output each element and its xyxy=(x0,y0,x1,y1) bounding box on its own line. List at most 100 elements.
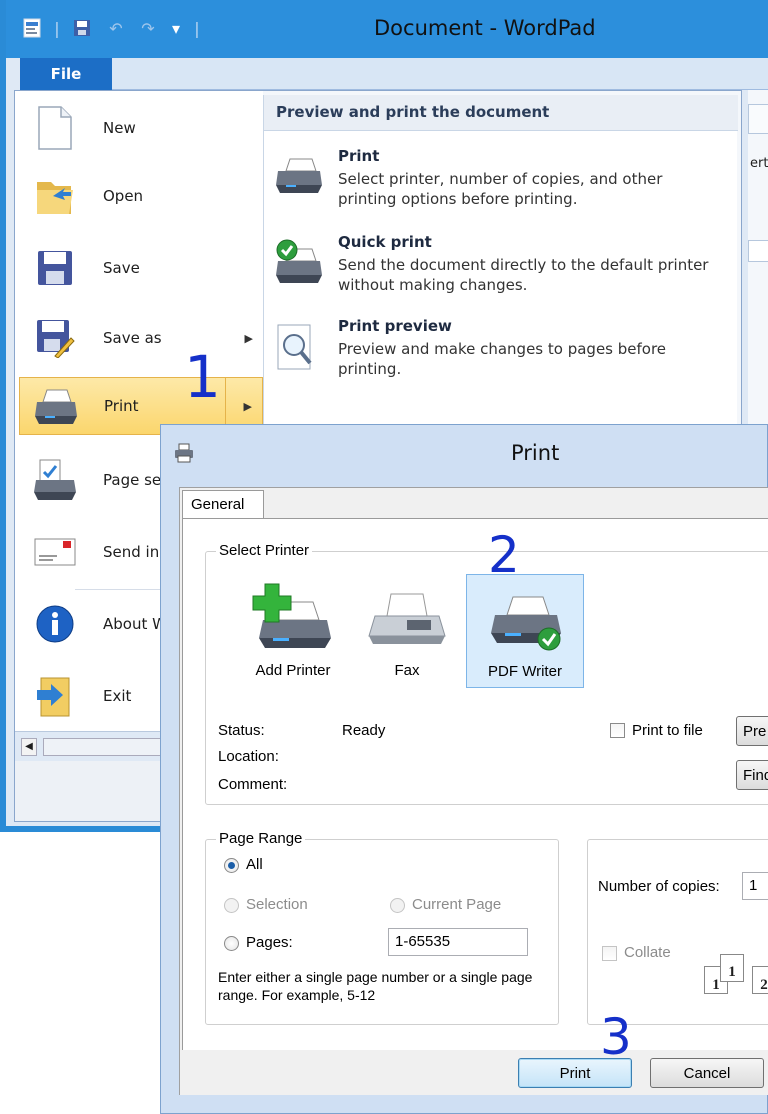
preferences-button[interactable]: Pre xyxy=(736,716,768,746)
menu-item-label: Open xyxy=(103,187,144,205)
step-annotation-1: 1 xyxy=(184,343,221,411)
cancel-button[interactable]: Cancel xyxy=(650,1058,764,1088)
window-title: Document - WordPad xyxy=(374,16,596,40)
current-page-radio[interactable] xyxy=(390,898,405,913)
fax-icon xyxy=(365,582,449,652)
printer-icon xyxy=(173,443,195,463)
printer-pdf-writer[interactable]: PDF Writer xyxy=(466,574,584,688)
undo-icon[interactable]: ↶ xyxy=(104,16,128,40)
ribbon-tab-strip xyxy=(112,58,768,90)
printer-fax[interactable]: Fax xyxy=(348,574,466,688)
printer-label: PDF Writer xyxy=(488,663,562,680)
collate-page-icon: 1 xyxy=(720,954,744,982)
menu-item-open[interactable]: Open xyxy=(19,167,263,225)
printer-add-printer[interactable]: Add Printer xyxy=(234,574,352,688)
submenu-arrow-icon: ▶ xyxy=(244,331,253,345)
wordpad-app-icon[interactable] xyxy=(20,16,44,40)
dialog-title: Print xyxy=(511,441,560,465)
all-pages-radio[interactable] xyxy=(224,858,239,873)
print-to-file-label: Print to file xyxy=(632,722,703,739)
print-dialog: Print General Select Printer Add Printer… xyxy=(160,424,768,1114)
menu-item-save[interactable]: Save xyxy=(19,239,263,297)
new-document-icon xyxy=(31,104,79,152)
comment-label: Comment: xyxy=(218,776,288,793)
submenu-item-description: Select printer, number of copies, and ot… xyxy=(338,170,663,208)
step-annotation-2: 2 xyxy=(488,526,520,584)
select-printer-group: Select Printer Add Printer Fax PDF Write… xyxy=(205,542,768,805)
menu-item-label: Save as xyxy=(103,329,162,347)
quick-print-icon xyxy=(274,239,326,291)
pages-radio[interactable] xyxy=(224,936,239,951)
info-icon xyxy=(31,600,79,648)
submenu-item-description: Send the document directly to the defaul… xyxy=(338,256,709,294)
quick-save-icon[interactable] xyxy=(70,16,94,40)
submenu-item-title: Quick print xyxy=(338,233,432,251)
printer-label: Add Printer xyxy=(255,662,331,679)
tab-general[interactable]: General xyxy=(182,490,264,518)
location-label: Location: xyxy=(218,748,279,765)
group-title: Page Range xyxy=(216,830,306,847)
save-disk-icon xyxy=(31,244,79,292)
menu-item-label: New xyxy=(103,119,136,137)
ribbon-insert-icon[interactable] xyxy=(748,104,768,134)
pages-input[interactable]: 1-65535 xyxy=(388,928,528,956)
submenu-item-quick-print[interactable]: Quick print Send the document directly t… xyxy=(274,233,724,317)
collate-page-icon: 2 xyxy=(752,966,768,994)
submenu-item-print-preview[interactable]: Print preview Preview and make changes t… xyxy=(274,317,724,401)
printer-label: Fax xyxy=(394,662,420,679)
menu-item-label: Exit xyxy=(103,687,132,705)
scroll-left-icon[interactable]: ◀ xyxy=(21,738,37,756)
find-printer-button[interactable]: Find xyxy=(736,760,768,790)
submenu-item-print[interactable]: Print Select printer, number of copies, … xyxy=(274,147,724,231)
title-separator-2: | xyxy=(194,18,200,38)
general-tab-panel: Select Printer Add Printer Fax PDF Write… xyxy=(182,518,768,1050)
submenu-header: Preview and print the document xyxy=(264,95,738,131)
group-title: Select Printer xyxy=(216,542,313,559)
step-annotation-3: 3 xyxy=(600,1008,632,1066)
copies-group: Number of copies: 1 Collate 1 1 2 xyxy=(587,839,768,1025)
printer-icon xyxy=(32,382,80,430)
page-range-hint: Enter either a single page number or a s… xyxy=(218,969,533,1003)
file-tab[interactable]: File xyxy=(20,58,112,90)
redo-icon[interactable]: ↷ xyxy=(136,16,160,40)
dialog-body: General Select Printer Add Printer Fax P… xyxy=(179,487,768,1095)
page-range-group: Page Range All Selection Current Page Pa… xyxy=(205,830,559,1025)
menu-item-label: Save xyxy=(103,259,140,277)
submenu-arrow-icon[interactable]: ▶ xyxy=(244,400,252,413)
menu-item-new[interactable]: New xyxy=(19,99,263,157)
menu-item-label: Page set xyxy=(103,471,168,489)
selection-radio[interactable] xyxy=(224,898,239,913)
menu-item-label: Send in xyxy=(103,543,160,561)
print-preview-icon xyxy=(274,323,326,375)
ruler-fragment xyxy=(748,240,768,262)
submenu-item-title: Print xyxy=(338,147,380,165)
menu-item-save-as[interactable]: Save as ▶ xyxy=(19,309,263,367)
selection-label: Selection xyxy=(246,896,308,913)
wordpad-title-bar: | ↶ ↷ ▾ | Document - WordPad xyxy=(6,0,768,58)
menu-item-label: Print xyxy=(104,397,139,415)
dialog-title-bar: Print xyxy=(161,425,768,481)
print-to-file-checkbox[interactable] xyxy=(610,723,625,738)
copies-input[interactable]: 1 xyxy=(742,872,768,900)
submenu-item-title: Print preview xyxy=(338,317,452,335)
customize-toolbar-icon[interactable]: ▾ xyxy=(166,16,186,40)
pdf-writer-icon xyxy=(483,583,567,653)
menu-item-label: About W xyxy=(103,615,167,633)
exit-icon xyxy=(31,672,79,720)
current-page-label: Current Page xyxy=(412,896,502,913)
send-email-icon xyxy=(31,528,79,576)
page-setup-icon xyxy=(31,456,79,504)
save-as-icon xyxy=(31,314,79,362)
collate-label: Collate xyxy=(624,944,671,961)
submenu-item-description: Preview and make changes to pages before… xyxy=(338,340,667,378)
printer-icon xyxy=(274,153,326,205)
collate-checkbox[interactable] xyxy=(602,946,617,961)
ribbon-insert-label: ert xyxy=(750,156,768,171)
document-area-edge: ert xyxy=(748,90,768,430)
title-separator: | xyxy=(54,18,60,38)
all-pages-label: All xyxy=(246,856,263,873)
status-value: Ready xyxy=(342,722,386,739)
add-printer-icon xyxy=(251,582,335,652)
open-folder-icon xyxy=(31,172,79,220)
status-label: Status: xyxy=(218,722,265,739)
